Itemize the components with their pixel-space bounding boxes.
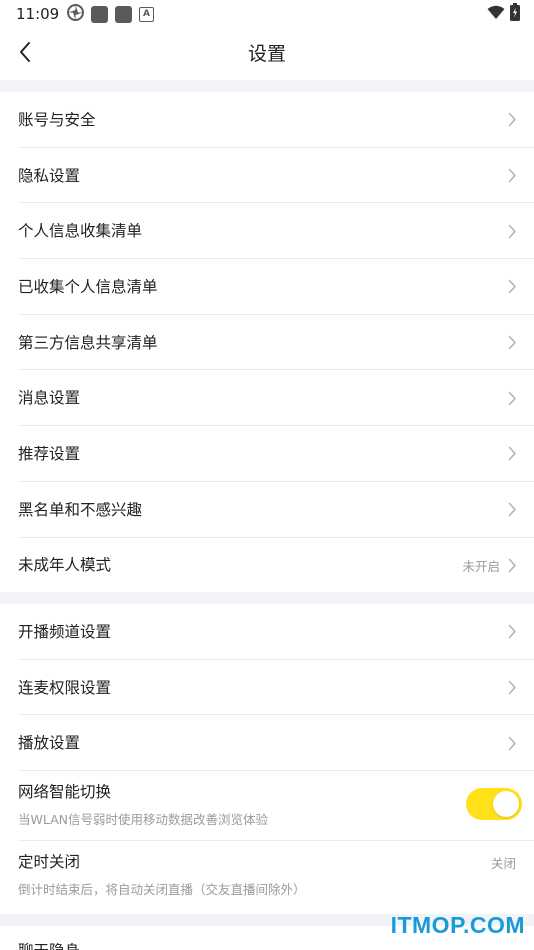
row-label: 第三方信息共享清单 — [18, 333, 158, 352]
setting-row-message[interactable]: 消息设置 — [0, 370, 534, 427]
setting-row-account-security[interactable]: 账号与安全 — [0, 92, 534, 148]
chevron-right-icon — [506, 735, 518, 751]
row-label: 连麦权限设置 — [18, 678, 112, 697]
app-square-icon — [115, 5, 132, 23]
chevron-right-icon — [506, 680, 518, 696]
row-label: 聊天隐身 — [18, 940, 518, 950]
chevron-right-icon — [506, 279, 518, 295]
network-switch-subtitle: 当WLAN信号弱时使用移动数据改善浏览体验 — [18, 812, 269, 828]
setting-row-collected-info[interactable]: 已收集个人信息清单 — [0, 259, 534, 315]
timer-close-value: 关闭 — [490, 856, 516, 872]
chevron-right-icon — [506, 446, 518, 462]
settings-section-account: 账号与安全 隐私设置 个人信息收集清单 已收集个人信息清单 第三方信息共享清单 — [0, 92, 534, 594]
chevron-right-icon — [506, 557, 518, 573]
watermark: ITMOP.COM — [390, 912, 525, 938]
row-label: 播放设置 — [18, 734, 81, 753]
chevron-right-icon — [506, 168, 518, 184]
chevron-right-icon — [506, 390, 518, 406]
setting-row-recommendation[interactable]: 推荐设置 — [0, 426, 534, 482]
setting-row-timer-close[interactable]: 定时关闭 倒计时结束后，将自动关闭直播（交友直播间除外） 关闭 — [0, 841, 534, 911]
status-time: 11:09 — [16, 5, 60, 23]
status-bar: 11:09 A — [0, 0, 534, 28]
wifi-icon — [487, 5, 505, 24]
setting-row-broadcast-channel[interactable]: 开播频道设置 — [0, 604, 534, 660]
network-switch-title: 网络智能切换 — [18, 783, 112, 802]
settings-section-live: 开播频道设置 连麦权限设置 播放设置 网络智能切换 当WLAN信号弱时使用移动数… — [0, 604, 534, 912]
setting-row-third-party-sharing[interactable]: 第三方信息共享清单 — [0, 315, 534, 371]
battery-icon — [510, 3, 520, 25]
setting-row-playback[interactable]: 播放设置 — [0, 715, 534, 772]
status-icons-left: A — [67, 3, 154, 25]
status-icons-right — [487, 3, 520, 25]
toggle-knob — [493, 791, 519, 818]
setting-row-blacklist[interactable]: 黑名单和不感兴趣 — [0, 482, 534, 538]
timer-close-subtitle: 倒计时结束后，将自动关闭直播（交友直播间除外） — [18, 882, 306, 898]
row-label: 未成年人模式 — [18, 556, 112, 575]
timer-close-title: 定时关闭 — [18, 853, 81, 872]
pinwheel-icon — [67, 3, 84, 25]
setting-row-personal-info-collection[interactable]: 个人信息收集清单 — [0, 203, 534, 260]
network-switch-toggle[interactable] — [466, 788, 522, 821]
chevron-right-icon — [506, 335, 518, 351]
row-label: 推荐设置 — [18, 444, 81, 463]
setting-row-minor-mode[interactable]: 未成年人模式 未开启 — [0, 538, 534, 594]
nav-bar: 设置 — [0, 28, 534, 80]
chevron-right-icon — [506, 112, 518, 128]
minor-mode-status: 未开启 — [462, 558, 500, 574]
row-label: 隐私设置 — [18, 166, 81, 185]
chevron-right-icon — [506, 502, 518, 518]
row-label: 开播频道设置 — [18, 622, 112, 641]
section-separator — [0, 592, 534, 604]
a-letter-icon: A — [139, 6, 154, 22]
setting-row-co-host-permission[interactable]: 连麦权限设置 — [0, 660, 534, 716]
chevron-right-icon — [506, 223, 518, 239]
row-label: 黑名单和不感兴趣 — [18, 500, 143, 519]
chevron-right-icon — [506, 624, 518, 640]
page-title: 设置 — [247, 43, 286, 65]
setting-row-privacy[interactable]: 隐私设置 — [0, 148, 534, 204]
row-label: 消息设置 — [18, 389, 81, 408]
app-square-icon — [91, 5, 108, 23]
row-label: 已收集个人信息清单 — [18, 277, 158, 296]
setting-row-network-switch: 网络智能切换 当WLAN信号弱时使用移动数据改善浏览体验 — [0, 771, 534, 842]
section-separator — [0, 80, 534, 92]
row-label: 账号与安全 — [18, 110, 96, 129]
row-label: 个人信息收集清单 — [18, 222, 143, 241]
